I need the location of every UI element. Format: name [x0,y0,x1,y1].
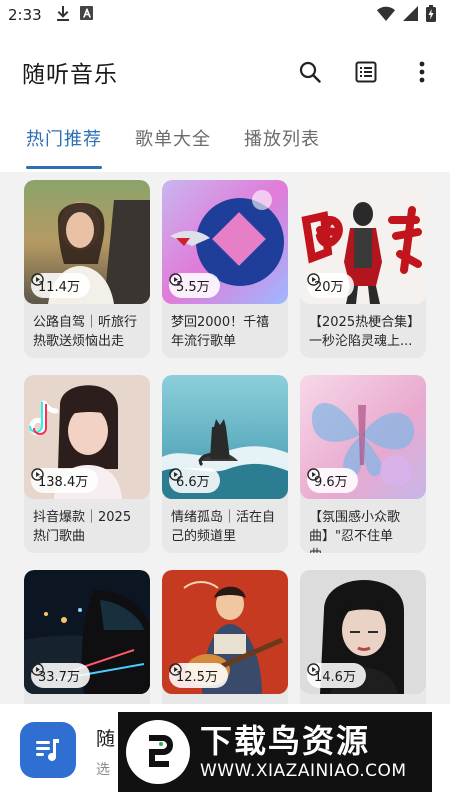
play-count-badge: 11.4万 [31,273,90,298]
playlist-title [300,694,426,704]
search-icon [299,61,321,83]
watermark-banner: 下载鸟资源 WWW.XIAZAINIAO.COM [118,712,432,792]
play-count-badge: 33.7万 [31,663,90,688]
playlist-cover: 138.4万 [24,375,150,499]
play-count: 33.7万 [38,670,80,685]
play-count-badge: 6.6万 [169,468,220,493]
tab-play-queue[interactable]: 播放列表 [244,118,320,162]
playlist-card[interactable]: 20万 【2025热梗合集】一秒沦陷灵魂上... [300,180,426,358]
status-bar: 2:33 [0,0,450,30]
play-count-badge: 20万 [307,273,354,298]
a-square-icon [79,6,93,24]
app-title: 随听音乐 [22,62,118,88]
status-time: 2:33 [8,6,42,24]
playlist-card[interactable]: 9.6万 【氛围感小众歌曲】"忍不住单曲... [300,375,426,553]
signal-icon [403,5,418,25]
play-count: 14.6万 [314,670,356,685]
more-vert-icon [419,61,425,83]
playlist-cover: 33.7万 [24,570,150,694]
playlist-title [162,694,288,704]
playlist-title: 公路自驾｜听旅行热歌送烦恼出走 [33,315,138,349]
playlist-title: 梦回2000！千禧年流行歌单 [171,315,270,349]
playlist-card[interactable]: 138.4万 抖音爆款｜2025热门歌曲 [24,375,150,553]
playlist-title: 情绪孤岛｜活在自己的频道里 [171,510,276,544]
play-circle-icon [31,663,44,676]
playlist-grid-container: 11.4万 公路自驾｜听旅行热歌送烦恼出走 5.5万 梦回2000！千禧年流行歌… [0,172,450,704]
playlist-grid: 11.4万 公路自驾｜听旅行热歌送烦恼出走 5.5万 梦回2000！千禧年流行歌… [24,180,426,704]
wifi-icon [377,6,395,25]
play-count-badge: 12.5万 [169,663,228,688]
play-circle-icon [31,468,44,481]
download-icon [56,5,70,25]
play-circle-icon [307,273,320,286]
playlist-card[interactable]: 33.7万 [24,570,150,704]
tab-playlist-collection[interactable]: 歌单大全 [135,118,211,162]
now-playing-subtitle: 选 [96,762,110,778]
now-playing-title: 随 [96,728,116,750]
playlist-cover: 11.4万 [24,180,150,304]
play-count-badge: 14.6万 [307,663,366,688]
play-circle-icon [169,468,182,481]
playlist-cover: 6.6万 [162,375,288,499]
playlist-icon [355,61,377,83]
play-count-badge: 9.6万 [307,468,358,493]
playlist-cover: 5.5万 [162,180,288,304]
playlist-cover: 14.6万 [300,570,426,694]
play-circle-icon [169,273,182,286]
playlist-card[interactable]: 5.5万 梦回2000！千禧年流行歌单 [162,180,288,358]
playlist-card[interactable]: 6.6万 情绪孤岛｜活在自己的频道里 [162,375,288,553]
play-circle-icon [307,663,320,676]
play-circle-icon [31,273,44,286]
play-count: 11.4万 [38,280,80,295]
app-bar: 随听音乐 [0,44,450,100]
playlist-button[interactable] [338,44,394,100]
playlist-cover: 20万 [300,180,426,304]
play-count-badge: 5.5万 [169,273,220,298]
watermark-title: 下载鸟资源 [200,722,371,760]
playlist-card[interactable]: 14.6万 [300,570,426,704]
tab-bar: 热门推荐 歌单大全 播放列表 [0,118,450,172]
play-circle-icon [169,663,182,676]
playlist-cover: 12.5万 [162,570,288,694]
battery-icon [426,4,436,26]
play-circle-icon [307,468,320,481]
now-playing-cover[interactable] [20,722,76,778]
playlist-card[interactable]: 12.5万 [162,570,288,704]
more-options-button[interactable] [394,44,450,100]
play-count: 138.4万 [38,475,89,490]
playlist-title: 【2025热梗合集】一秒沦陷灵魂上... [309,315,414,349]
playlist-title: 抖音爆款｜2025热门歌曲 [33,510,132,544]
music-note-icon [36,739,59,761]
play-count-badge: 138.4万 [31,468,99,493]
bird-logo-icon [126,720,190,784]
watermark-url: WWW.XIAZAINIAO.COM [200,761,407,781]
play-count: 12.5万 [176,670,218,685]
playlist-title [24,694,150,704]
playlist-cover: 9.6万 [300,375,426,499]
playlist-card[interactable]: 11.4万 公路自驾｜听旅行热歌送烦恼出走 [24,180,150,358]
tab-hot-recommend[interactable]: 热门推荐 [26,118,102,169]
playlist-title: 【氛围感小众歌曲】"忍不住单曲... [309,510,401,553]
search-button[interactable] [282,44,338,100]
